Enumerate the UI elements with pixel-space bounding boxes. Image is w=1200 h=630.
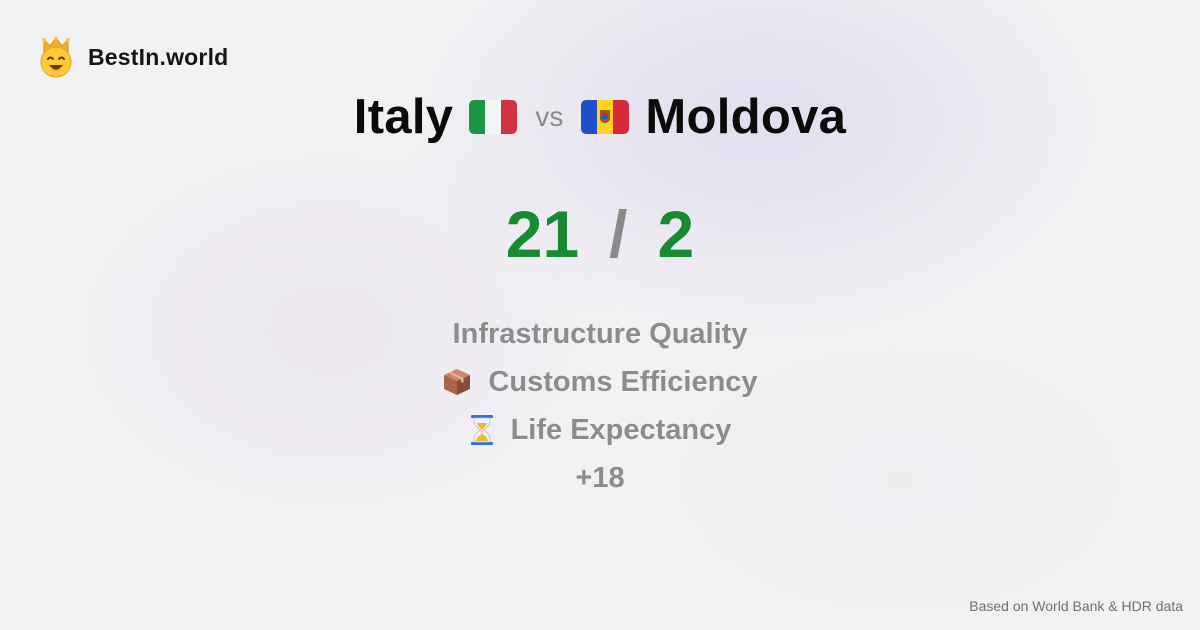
brand-name: BestIn.world bbox=[88, 43, 229, 70]
country-right-name: Moldova bbox=[645, 90, 847, 144]
brand-logo[interactable]: BestIn.world bbox=[38, 36, 228, 78]
score-left: 21 bbox=[505, 197, 580, 271]
metrics-list: Infrastructure Quality Customs Efficienc… bbox=[0, 310, 1200, 502]
score-right: 2 bbox=[657, 197, 695, 271]
metric-label: Infrastructure Quality bbox=[452, 317, 748, 350]
data-source-note: Based on World Bank & HDR data bbox=[969, 598, 1183, 614]
package-icon bbox=[444, 369, 471, 395]
metric-item: Life Expectancy bbox=[469, 406, 732, 454]
metric-item: Customs Efficiency bbox=[442, 358, 758, 406]
metric-item: Infrastructure Quality bbox=[453, 310, 748, 358]
metric-label: Life Expectancy bbox=[510, 413, 732, 446]
more-count: +18 bbox=[575, 461, 625, 494]
italy-flag-icon bbox=[469, 100, 518, 134]
king-emoji-icon bbox=[40, 36, 72, 78]
moldova-flag-icon bbox=[581, 100, 630, 134]
country-left-name: Italy bbox=[353, 90, 454, 144]
score-display: 21 / 2 bbox=[0, 196, 1200, 272]
comparison-title: Italy vs Moldova bbox=[0, 82, 1200, 152]
metric-label: Customs Efficiency bbox=[488, 365, 758, 398]
vs-label: vs bbox=[535, 101, 564, 132]
hourglass-icon bbox=[470, 415, 493, 445]
score-separator: / bbox=[609, 197, 628, 271]
